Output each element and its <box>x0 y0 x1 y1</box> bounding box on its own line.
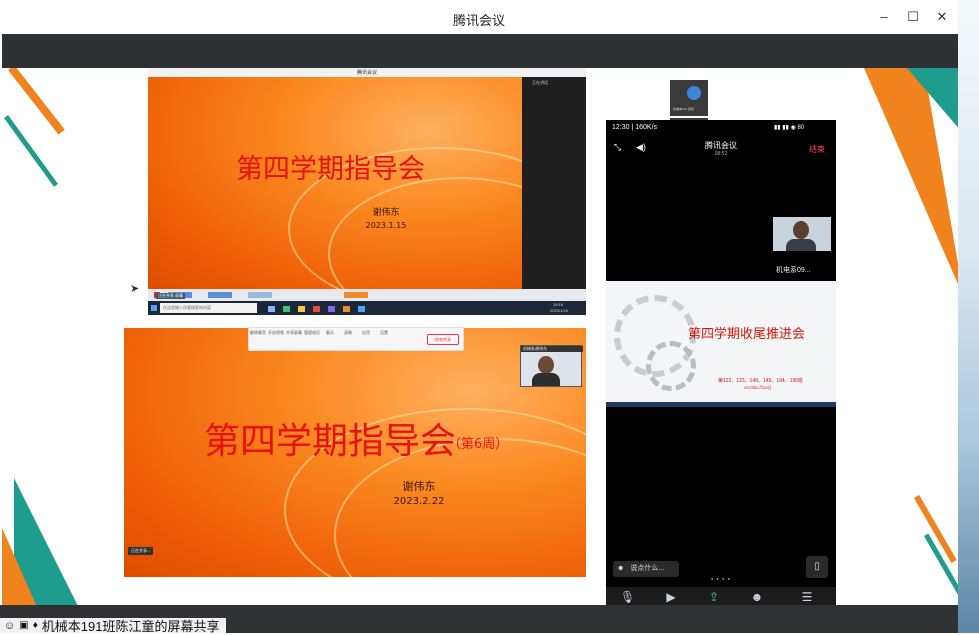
shared-screen: 腾讯会议 第四学期指导会 谢伟东 2023.1.15 正在讲话 机械本191 唐… <box>2 68 958 605</box>
slide1-title: 第四学期指导会 <box>236 154 425 185</box>
app-icon <box>344 292 368 298</box>
phone-timer: 08:52 <box>714 151 728 157</box>
phone-status-icons: ▮▮ ▮▮ ◉ 80 <box>774 125 805 131</box>
phone-video-icon[interactable]: ▶ <box>664 590 678 604</box>
maximize-button[interactable]: ☐ <box>903 8 923 26</box>
slide2-presentation: 第四学期指导会 （第6周） 谢伟东 2023.2.22 正在共享... <box>124 328 586 577</box>
avatar <box>687 86 701 100</box>
slide2-corner-label: 正在共享... <box>128 547 154 555</box>
phone-slide-date: 2023年2月28日 <box>744 385 772 390</box>
slide2-title: 第四学期指导会 <box>204 421 457 462</box>
windows-start-icon <box>151 305 157 311</box>
inner-taskbar: 在这里输入你要搜索的内容 正在共享 屏幕 19:16 2023/1/15 <box>148 293 586 315</box>
microphone-icon: ♦ <box>32 620 38 631</box>
app-icon <box>298 306 305 312</box>
deco-stripe <box>4 115 59 187</box>
phone-members-icon[interactable]: ☻ <box>750 590 764 604</box>
phone-screenshot: 12:30 | 160K/s ▮▮ ▮▮ ◉ 80 ⤡ ◀) 腾讯会议 08:5… <box>606 120 836 605</box>
app-icon <box>343 306 350 312</box>
phone-page-dots: ● ● ● ● <box>711 576 731 581</box>
presenter-webcam: 机械系谢伟东 <box>520 345 583 387</box>
minimize-button[interactable]: – <box>874 8 894 26</box>
gear-icon <box>646 341 696 391</box>
speaker-body <box>786 239 816 251</box>
toolbar-item-share[interactable]: 共享屏幕 <box>285 330 303 336</box>
taskbar-clock-time: 19:16 <box>553 302 564 307</box>
deco-stripe <box>8 68 65 135</box>
chat-emoji-icon: ☻ <box>617 565 625 572</box>
share-label-text: 机械本191班陈江童的屏幕共享 <box>41 619 220 634</box>
close-button[interactable]: ✕ <box>932 8 952 26</box>
phone-rotate-icon[interactable]: ▯ <box>806 556 828 578</box>
speaker-name-label: 机电系09... <box>776 267 811 274</box>
person-icon: ☺ <box>4 619 16 632</box>
phone-slide-title: 第四学期收尾推进会 <box>688 327 806 342</box>
slide1-screenshot: 腾讯会议 第四学期指导会 谢伟东 2023.1.15 正在讲话 机械本191 唐… <box>148 68 708 315</box>
participant-tile[interactable]: 机械本191 唐岩 <box>670 80 708 116</box>
app-icon <box>268 306 275 312</box>
participant-sidebar: 正在讲话 <box>522 77 586 289</box>
speaker-video-tile <box>773 217 831 251</box>
phone-slide-classes: 第122、123、148、149、194、195班 <box>718 378 804 384</box>
app-icon <box>313 306 320 312</box>
phone-shared-slide: 第四学期收尾推进会 第122、123、148、149、194、195班 2023… <box>606 281 836 407</box>
phone-end-button[interactable]: 结束 <box>809 144 825 155</box>
taskbar-status: 正在共享 屏幕 <box>156 293 186 299</box>
phone-slide-taskbar <box>606 402 836 407</box>
share-screen-icon: ▣ <box>19 620 29 631</box>
inner-app-bar <box>148 289 586 301</box>
desktop-edge <box>958 0 979 633</box>
phone-share-icon[interactable]: ⇪ <box>707 590 721 604</box>
end-share-button[interactable]: 结束共享 <box>427 334 459 345</box>
slide1-window-title: 腾讯会议 <box>356 70 377 76</box>
app-icon <box>328 306 335 312</box>
webcam-label: 机械系谢伟东 <box>521 346 583 352</box>
app-icon <box>283 306 290 312</box>
phone-chat-input[interactable]: ☻ 说点什么... <box>613 561 679 577</box>
toolbar-item-mute[interactable]: 解除静音 <box>249 330 267 336</box>
phone-status-time: 12:30 | 160K/s <box>612 124 658 131</box>
phone-mic-icon[interactable]: 🎙 <box>620 590 635 604</box>
window-title: 腾讯会议 <box>452 13 505 28</box>
slide1-date: 2023.1.15 <box>365 221 407 230</box>
app-icon <box>208 292 232 298</box>
sidebar-header: 正在讲话 <box>532 80 548 85</box>
floating-meeting-toolbar: 解除静音 开启视频 共享屏幕 管理成员 聊天 录制 应用 设置 结束共享 <box>248 327 464 351</box>
phone-more-icon[interactable]: ☰ <box>800 590 814 604</box>
speaker-icon[interactable]: ◀) <box>636 142 646 153</box>
toolbar-item-members[interactable]: 管理成员 <box>303 330 321 336</box>
slide2-presenter: 谢伟东 <box>402 480 436 493</box>
meeting-top-bar <box>2 34 958 68</box>
screen-share-label: ☺ ▣ ♦ 机械本191班陈江童的屏幕共享 <box>0 618 226 634</box>
toolbar-item-chat[interactable]: 聊天 <box>321 330 339 336</box>
taskbar-search: 在这里输入你要搜索的内容 <box>160 303 257 313</box>
participant-name: 机械本191 唐岩 <box>673 107 694 111</box>
slide1-presentation: 第四学期指导会 谢伟东 2023.1.15 <box>148 77 522 289</box>
toolbar-item-apps[interactable]: 应用 <box>357 330 375 336</box>
presenter-head <box>538 356 554 374</box>
phone-bottom-bar: 🎙 ▶ ⇪ ☻ ☰ <box>606 587 836 605</box>
taskbar-clock-date: 2023/1/15 <box>550 308 568 313</box>
slide2-date: 2023.2.22 <box>393 496 445 507</box>
toolbar-item-video[interactable]: 开启视频 <box>267 330 285 336</box>
toolbar-item-record[interactable]: 录制 <box>339 330 357 336</box>
collapse-icon[interactable]: ⤡ <box>614 142 621 153</box>
slide2-week-note: （第6周） <box>448 437 509 452</box>
phone-chat-placeholder: 说点什么... <box>630 565 665 572</box>
presenter-body <box>532 373 560 386</box>
app-icon <box>248 292 272 298</box>
speaker-head <box>793 221 809 239</box>
app-icon <box>358 306 365 312</box>
toolbar-item-settings[interactable]: 设置 <box>375 330 393 336</box>
mouse-cursor-icon: ➤ <box>130 283 140 295</box>
phone-meeting-title: 腾讯会议 <box>705 141 737 150</box>
slide1-presenter: 谢伟东 <box>372 208 400 218</box>
